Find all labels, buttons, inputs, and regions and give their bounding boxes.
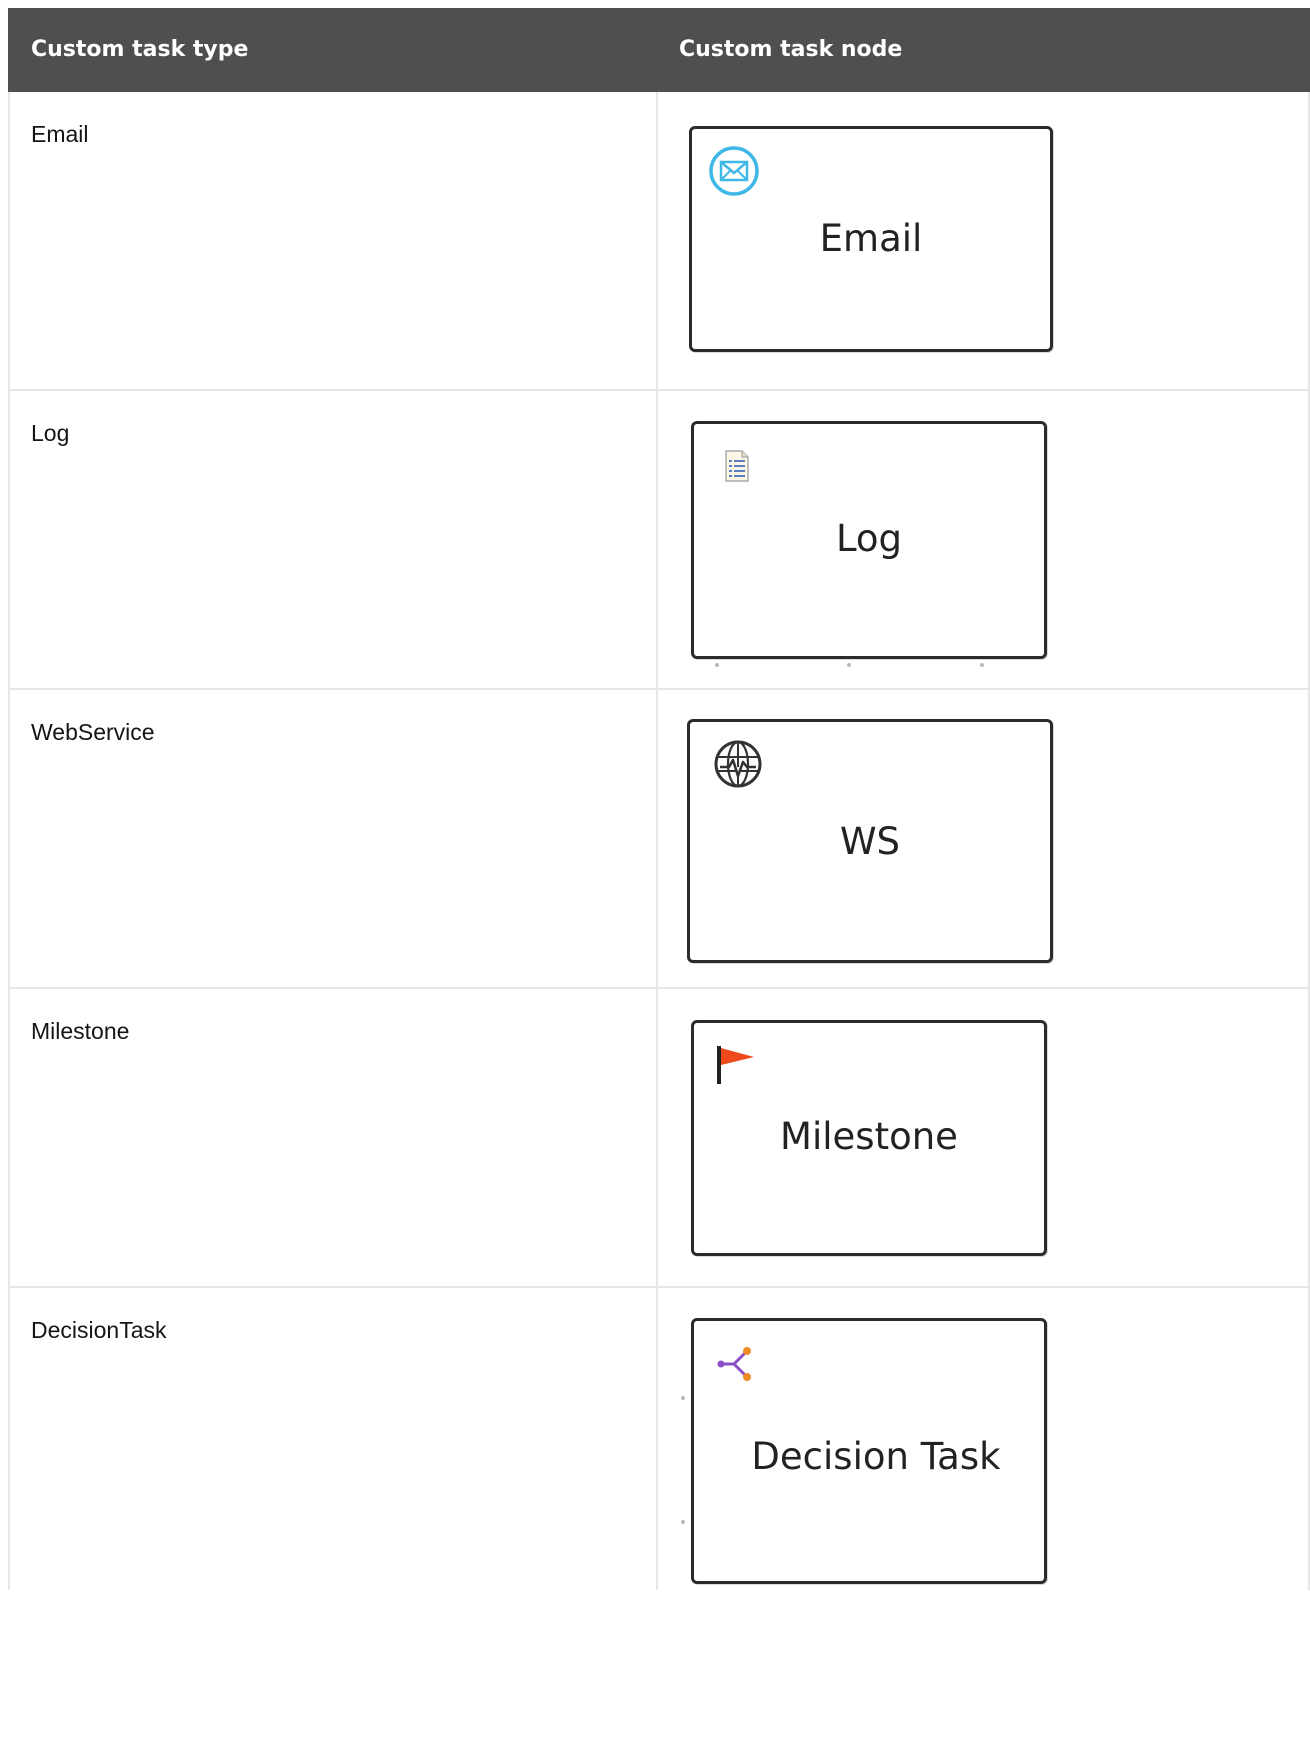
connector-dot <box>847 663 851 667</box>
connector-dot <box>980 663 984 667</box>
globe-pulse-icon <box>714 740 762 788</box>
task-node-cell: WS <box>658 690 1310 987</box>
envelope-icon <box>709 146 759 196</box>
task-type-cell: Milestone <box>10 989 658 1286</box>
flag-icon <box>717 1046 754 1084</box>
task-type-cell: Email <box>10 92 658 389</box>
webservice-task-node: WS <box>687 719 1053 963</box>
task-node-cell: Decision Task <box>658 1288 1310 1590</box>
header-custom-task-type: Custom task type <box>31 37 249 62</box>
table-row: DecisionTask Decision Task <box>10 1288 1310 1590</box>
task-node-cell: Milestone <box>658 989 1310 1286</box>
task-node-label: Email <box>819 217 923 260</box>
task-type-cell: Log <box>10 391 658 688</box>
task-node-cell: Log <box>658 391 1310 688</box>
log-task-node: Log <box>691 421 1047 659</box>
task-node-label: Decision Task <box>751 1435 1001 1478</box>
table-body: Email Email Log Log WebService WS Milest… <box>8 92 1310 1590</box>
connector-dot <box>715 663 719 667</box>
connector-dot <box>681 1396 685 1400</box>
decision-task-node: Decision Task <box>691 1318 1047 1584</box>
milestone-task-node: Milestone <box>691 1020 1047 1256</box>
task-node-label: Milestone <box>780 1115 958 1158</box>
email-task-node: Email <box>689 126 1053 352</box>
task-node-label: Log <box>835 517 903 560</box>
connector-dot <box>681 1520 685 1524</box>
task-node-cell: Email <box>658 92 1310 389</box>
custom-task-table: Custom task type Custom task node Email … <box>8 8 1310 1590</box>
task-type-cell: WebService <box>10 690 658 987</box>
task-type-cell: DecisionTask <box>10 1288 658 1590</box>
header-custom-task-node: Custom task node <box>679 37 903 62</box>
table-row: WebService WS <box>10 690 1310 989</box>
table-row: Log Log <box>10 391 1310 690</box>
task-node-label: WS <box>839 820 901 863</box>
document-list-icon <box>725 450 749 482</box>
table-row: Email Email <box>10 92 1310 391</box>
table-header: Custom task type Custom task node <box>8 8 1310 92</box>
table-row: Milestone Milestone <box>10 989 1310 1288</box>
decision-branch-icon <box>717 1347 751 1381</box>
